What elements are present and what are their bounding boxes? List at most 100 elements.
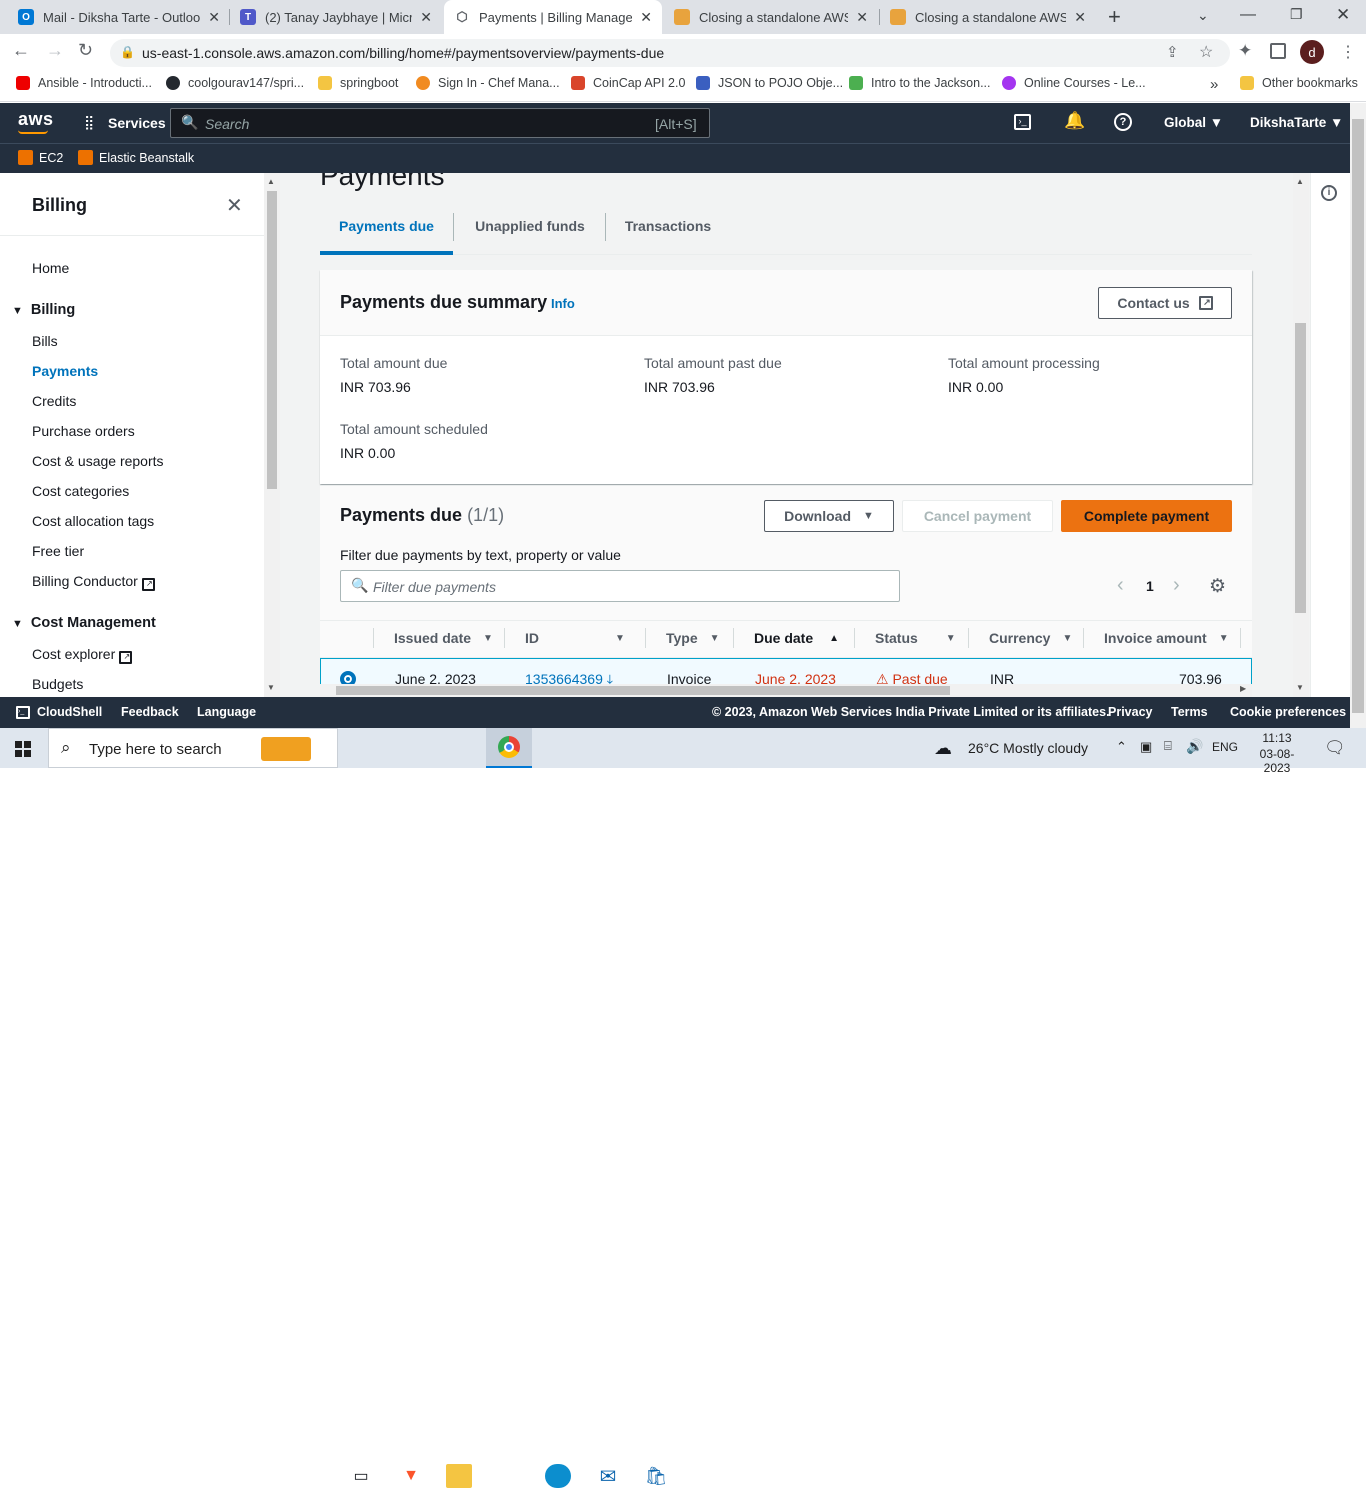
brave-icon[interactable]: ▼ bbox=[398, 1464, 424, 1488]
close-tab-icon[interactable]: ✕ bbox=[856, 9, 868, 26]
sidebar-item-cost-allocation-tags[interactable]: Cost allocation tags bbox=[32, 513, 154, 529]
sidebar-item-credits[interactable]: Credits bbox=[32, 393, 76, 409]
task-view-icon[interactable]: ▭ bbox=[348, 1464, 374, 1488]
sidebar-item-cost-categories[interactable]: Cost categories bbox=[32, 483, 129, 499]
taskbar-search[interactable]: ⌕ Type here to search bbox=[48, 728, 338, 768]
section-cost-management[interactable]: ▼ Cost Management bbox=[12, 615, 156, 631]
sidebar-item-home[interactable]: Home bbox=[32, 260, 69, 276]
sidebar-item-billing-conductor[interactable]: Billing Conductor ↗ bbox=[32, 573, 155, 591]
aws-search-input[interactable]: 🔍 Search [Alt+S] bbox=[170, 108, 710, 138]
browser-tab[interactable]: Closing a standalone AWS ac ✕ bbox=[880, 0, 1096, 34]
restore-icon[interactable]: ❐ bbox=[1290, 6, 1303, 23]
language-indicator[interactable]: ENG bbox=[1212, 740, 1238, 754]
bookmark-star-icon[interactable]: ☆ bbox=[1199, 42, 1213, 62]
bookmark-item[interactable]: Online Courses - Le... bbox=[1002, 76, 1146, 90]
content-scrollbar[interactable]: ▲ ▼ bbox=[1293, 173, 1309, 697]
download-button[interactable]: Download ▼ bbox=[764, 500, 894, 532]
privacy-link[interactable]: Privacy bbox=[1108, 705, 1152, 719]
scroll-thumb[interactable] bbox=[336, 686, 950, 695]
aws-logo[interactable]: aws bbox=[18, 109, 54, 130]
filter-input[interactable]: 🔍 Filter due payments bbox=[340, 570, 900, 602]
download-pdf-icon[interactable]: ⤓ bbox=[607, 671, 613, 684]
sidenav-scrollbar[interactable]: ▲ ▼ bbox=[264, 173, 280, 697]
column-status[interactable]: Status ▼ bbox=[875, 630, 956, 646]
menu-kebab-icon[interactable]: ⋮ bbox=[1340, 42, 1356, 62]
bookmark-item[interactable]: JSON to POJO Obje... bbox=[696, 76, 843, 90]
bookmark-item[interactable]: CoinCap API 2.0 bbox=[571, 76, 685, 90]
browser-tab[interactable]: O Mail - Diksha Tarte - Outlook ✕ bbox=[8, 0, 230, 34]
windows-start-icon[interactable] bbox=[15, 741, 31, 757]
services-grid-icon[interactable]: ⣿ bbox=[84, 114, 94, 131]
info-link[interactable]: Info bbox=[551, 296, 575, 311]
language-link[interactable]: Language bbox=[197, 705, 256, 719]
column-issued-date[interactable]: Issued date ▼ bbox=[394, 630, 493, 646]
sidebar-item-cost-usage-reports[interactable]: Cost & usage reports bbox=[32, 453, 164, 469]
browser-tab[interactable]: T (2) Tanay Jaybhaye | Microsof ✕ bbox=[230, 0, 442, 34]
bookmark-item[interactable]: Ansible - Introducti... bbox=[16, 76, 152, 90]
volume-icon[interactable]: 🔊 bbox=[1186, 738, 1203, 755]
page-number[interactable]: 1 bbox=[1146, 578, 1154, 594]
table-row[interactable]: June 2, 2023 1353664369 ⤓ Invoice June 2… bbox=[320, 658, 1252, 685]
share-icon[interactable]: ⇪ bbox=[1166, 43, 1179, 61]
sidebar-item-cost-explorer[interactable]: Cost explorer ↗ bbox=[32, 646, 133, 664]
side-panel-icon[interactable] bbox=[1270, 43, 1286, 59]
extensions-icon[interactable]: ✦ bbox=[1238, 41, 1252, 61]
terms-link[interactable]: Terms bbox=[1171, 705, 1208, 719]
close-tab-icon[interactable]: ✕ bbox=[420, 9, 432, 26]
close-nav-icon[interactable]: ✕ bbox=[226, 193, 243, 218]
window-close-icon[interactable]: ✕ bbox=[1336, 5, 1350, 25]
table-hscrollbar[interactable]: ▶ bbox=[320, 684, 1252, 697]
cell-id[interactable]: 1353664369 ⤓ bbox=[525, 671, 613, 684]
reload-icon[interactable]: ↻ bbox=[78, 40, 93, 61]
tab-unapplied-funds[interactable]: Unapplied funds bbox=[454, 207, 606, 251]
store-icon[interactable]: 🛍 bbox=[643, 1464, 669, 1488]
section-billing[interactable]: ▼ Billing bbox=[12, 302, 75, 318]
tab-payments-due[interactable]: Payments due bbox=[320, 207, 453, 255]
favorite-ec2[interactable]: EC2 bbox=[18, 150, 63, 165]
account-menu[interactable]: DikshaTarte ▼ bbox=[1250, 115, 1343, 130]
help-icon[interactable]: ? bbox=[1114, 113, 1132, 131]
cancel-payment-button[interactable]: Cancel payment bbox=[902, 500, 1053, 532]
other-bookmarks[interactable]: Other bookmarks bbox=[1240, 76, 1358, 90]
scroll-thumb[interactable] bbox=[1295, 323, 1306, 613]
bookmark-item[interactable]: coolgourav147/spri... bbox=[166, 76, 304, 90]
services-menu[interactable]: Services bbox=[108, 115, 166, 131]
invoice-id-link[interactable]: 1353664369 bbox=[525, 671, 603, 684]
back-icon[interactable]: ← bbox=[12, 40, 30, 61]
more-bookmarks-icon[interactable]: » bbox=[1210, 76, 1218, 93]
clock[interactable]: 11:13 03-08-2023 bbox=[1252, 731, 1302, 775]
browser-tab[interactable]: Closing a standalone AWS ac ✕ bbox=[664, 0, 878, 34]
column-invoice-amount[interactable]: Invoice amount ▼ bbox=[1104, 630, 1229, 646]
browser-tab-active[interactable]: ⬡ Payments | Billing Manageme ✕ bbox=[444, 0, 662, 34]
close-tab-icon[interactable]: ✕ bbox=[208, 9, 220, 26]
tray-chevron-icon[interactable]: ⌃ bbox=[1116, 739, 1127, 755]
forward-icon[interactable]: → bbox=[46, 40, 64, 61]
bookmark-item[interactable]: Intro to the Jackson... bbox=[849, 76, 991, 90]
sidebar-item-budgets[interactable]: Budgets bbox=[32, 676, 83, 692]
notifications-icon[interactable]: 🗨 bbox=[1324, 738, 1346, 758]
close-tab-icon[interactable]: ✕ bbox=[1074, 9, 1086, 26]
scroll-thumb[interactable] bbox=[267, 191, 277, 489]
column-currency[interactable]: Currency ▼ bbox=[989, 630, 1072, 646]
sidebar-item-payments[interactable]: Payments bbox=[32, 363, 98, 379]
prev-page-icon[interactable]: ‹ bbox=[1117, 574, 1124, 597]
address-bar[interactable]: 🔒 us-east-1.console.aws.amazon.com/billi… bbox=[110, 39, 1230, 67]
contact-us-button[interactable]: Contact us ↗ bbox=[1098, 287, 1232, 319]
column-type[interactable]: Type ▼ bbox=[666, 630, 720, 646]
settings-gear-icon[interactable]: ⚙ bbox=[1209, 575, 1226, 598]
sidebar-item-purchase-orders[interactable]: Purchase orders bbox=[32, 423, 135, 439]
cloudshell-icon[interactable]: ›_ bbox=[1014, 114, 1031, 130]
edge-icon[interactable] bbox=[545, 1464, 571, 1488]
tab-transactions[interactable]: Transactions bbox=[606, 207, 730, 251]
sidebar-item-free-tier[interactable]: Free tier bbox=[32, 543, 84, 559]
tab-search-icon[interactable]: ⌄ bbox=[1197, 7, 1209, 24]
region-selector[interactable]: Global ▼ bbox=[1164, 115, 1223, 130]
cloudshell-link[interactable]: ›_ CloudShell bbox=[16, 705, 102, 719]
profile-avatar[interactable]: d bbox=[1300, 40, 1324, 64]
feedback-link[interactable]: Feedback bbox=[121, 705, 179, 719]
complete-payment-button[interactable]: Complete payment bbox=[1061, 500, 1232, 532]
row-radio[interactable] bbox=[340, 671, 356, 684]
cookie-preferences-link[interactable]: Cookie preferences bbox=[1230, 705, 1346, 719]
page-scrollbar[interactable] bbox=[1350, 103, 1366, 728]
bookmark-item[interactable]: springboot bbox=[318, 76, 398, 90]
